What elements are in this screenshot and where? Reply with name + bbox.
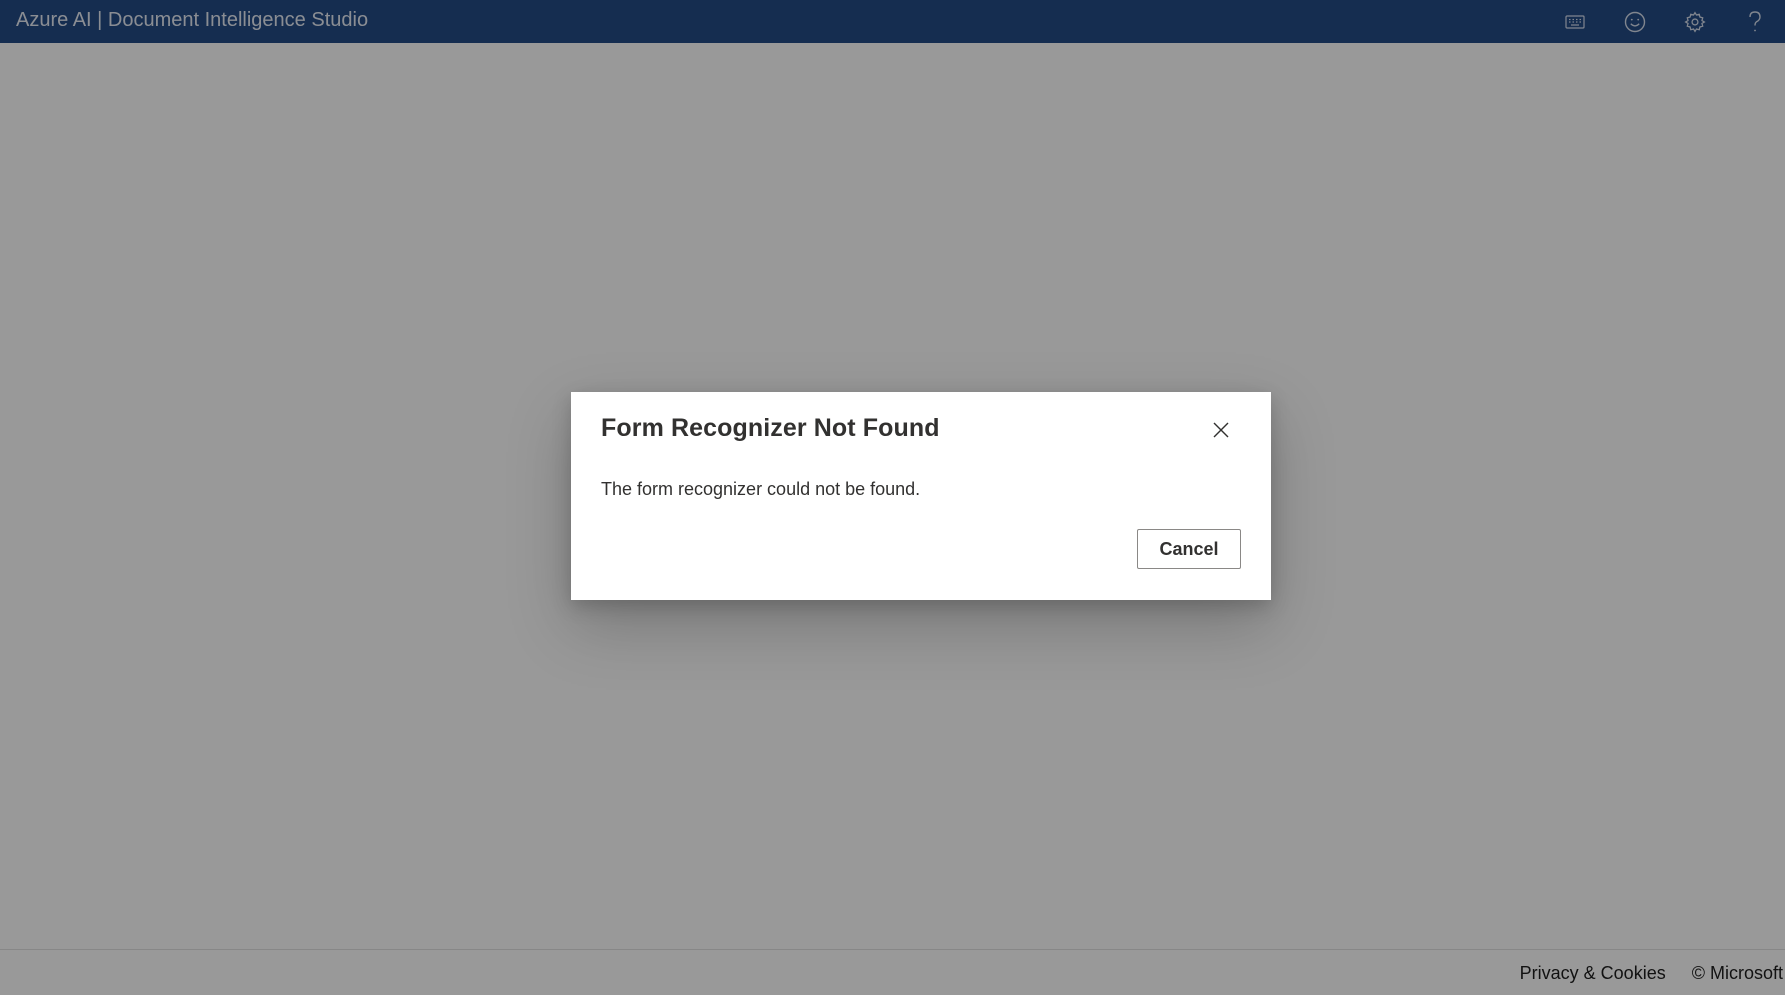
dialog-close-button[interactable] [1205, 416, 1237, 448]
error-dialog: Form Recognizer Not Found The form recog… [571, 392, 1271, 600]
dialog-message: The form recognizer could not be found. [601, 479, 921, 499]
cancel-button[interactable]: Cancel [1137, 529, 1241, 569]
dialog-title: Form Recognizer Not Found [601, 414, 940, 442]
close-icon [1213, 422, 1229, 443]
